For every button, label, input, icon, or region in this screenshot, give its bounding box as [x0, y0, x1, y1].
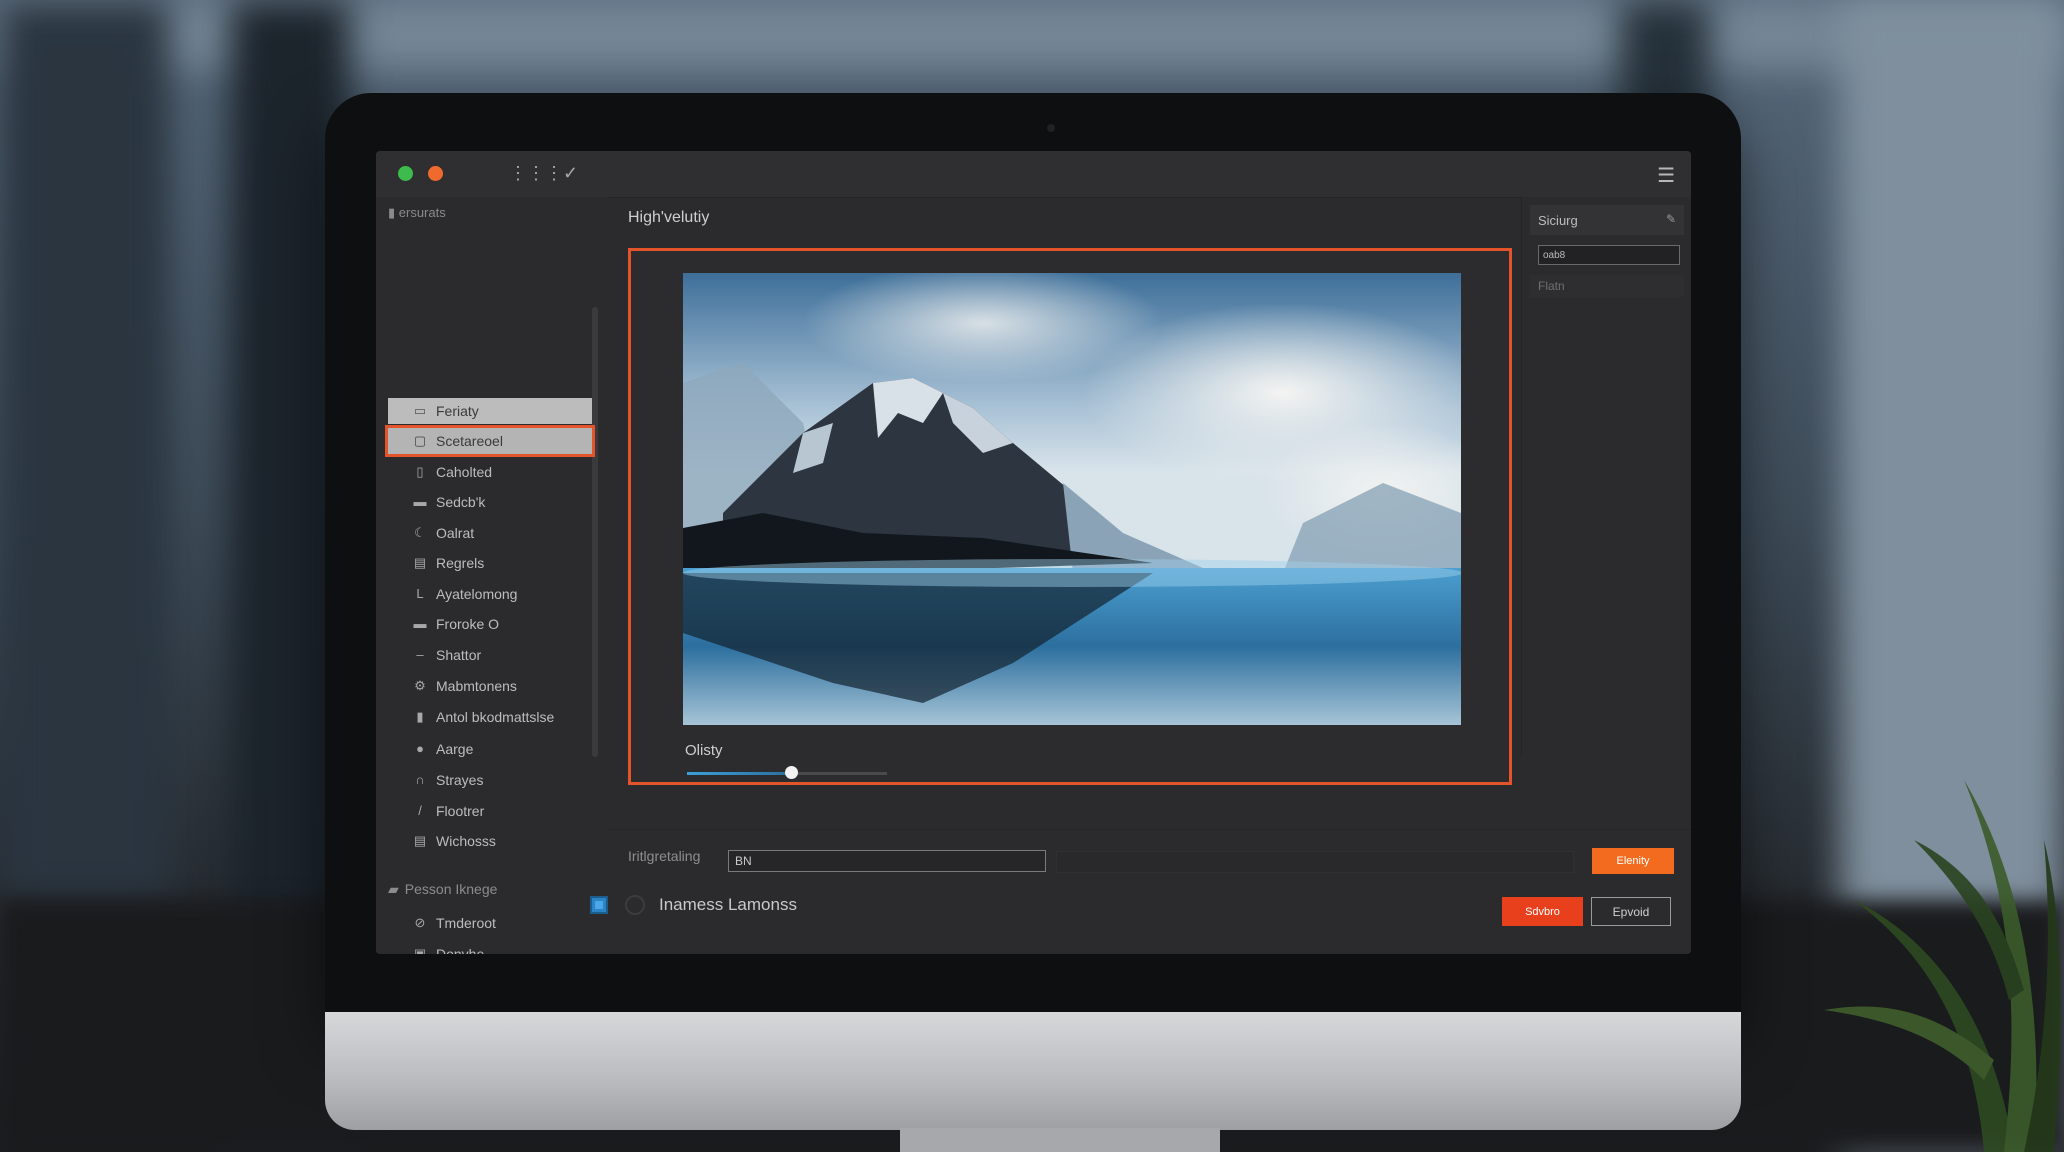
- sidebar-item[interactable]: L Ayatelomong: [388, 581, 592, 607]
- cancel-button[interactable]: Epvoid: [1591, 897, 1671, 926]
- grid-icon: ▤: [413, 555, 427, 570]
- chat-icon: ▰: [388, 881, 399, 897]
- app-window: ⋮⋮⋮ ✓ ☰ ▮ ersurats ▭ Feriaty ▢ Scetareoel …: [376, 151, 1691, 954]
- clipboard-icon: L: [416, 586, 424, 601]
- comment-icon: ▭: [413, 403, 427, 418]
- sidebar-item[interactable]: ▭ Feriaty: [388, 398, 592, 424]
- sidebar-item[interactable]: ▬ Sedcb'k: [388, 489, 592, 515]
- opacity-slider-fill: [687, 772, 791, 775]
- opacity-slider-knob[interactable]: [785, 766, 798, 779]
- mountain-lake-image: [683, 273, 1461, 725]
- sidebar-item[interactable]: ▣ Donvhe: [388, 941, 592, 954]
- sidebar-item[interactable]: – Shattor: [388, 642, 592, 668]
- grid-icon: ▤: [413, 833, 427, 848]
- sidebar: ▮ ersurats ▭ Feriaty ▢ Scetareoel ▯ Caholte…: [376, 197, 608, 954]
- monitor-stand: [900, 1128, 1220, 1152]
- sidebar-item[interactable]: ⚙ Mabmtonens: [388, 673, 592, 699]
- link-icon: ⊘: [414, 915, 426, 930]
- sidebar-item[interactable]: / Flootrer: [388, 798, 592, 824]
- menu-icon[interactable]: ☰: [1657, 163, 1675, 188]
- pen-icon[interactable]: ✓: [563, 163, 578, 184]
- square-icon: ▣: [413, 946, 427, 954]
- field-label: Iritlgretaling: [628, 848, 701, 864]
- text-field[interactable]: [728, 850, 1046, 872]
- save-button[interactable]: Sdvbro: [1502, 897, 1583, 926]
- document-icon: ▯: [416, 464, 424, 479]
- sidebar-item[interactable]: ⊘ Tmderoot: [388, 910, 592, 936]
- sidebar-item[interactable]: ▮ Antol bkodmattslse: [388, 704, 592, 730]
- circle-icon: ●: [416, 741, 424, 756]
- pen-icon: /: [418, 803, 422, 818]
- settings-subfield[interactable]: Flatn: [1530, 275, 1684, 297]
- sidebar-item[interactable]: ▤ Regrels: [388, 550, 592, 576]
- sidebar-scrollbar[interactable]: [592, 307, 598, 757]
- opacity-label: Olisty: [685, 742, 723, 759]
- grid-icon[interactable]: ⋮⋮⋮: [509, 163, 563, 184]
- dash-icon: –: [416, 647, 424, 662]
- title-bar: ⋮⋮⋮ ✓ ☰: [376, 151, 1691, 198]
- sidebar-item[interactable]: ☾ Oalrat: [388, 520, 592, 546]
- window-green-dot[interactable]: [398, 166, 413, 181]
- gear-icon: ⚙: [414, 678, 426, 693]
- window-orange-dot[interactable]: [428, 166, 443, 181]
- crescent-icon: ☾: [414, 525, 426, 540]
- sidebar-item[interactable]: ▯ Caholted: [388, 459, 592, 485]
- folder-icon: ▬: [413, 616, 427, 631]
- sidebar-section-title: ▰ Pesson Iknege: [388, 881, 498, 897]
- sidebar-item[interactable]: ▤ Wichosss: [388, 828, 592, 854]
- sidebar-item[interactable]: ▢ Scetareoel: [385, 425, 595, 457]
- bag-icon: ∩: [415, 772, 425, 787]
- webcam: [1047, 124, 1055, 132]
- field-track: [1056, 851, 1574, 873]
- apply-button[interactable]: Elenity: [1592, 848, 1674, 874]
- page-title: High'velutiy: [628, 209, 710, 226]
- sidebar-item[interactable]: ▬ Froroke O: [388, 611, 592, 637]
- document-icon: ▮: [416, 709, 424, 724]
- settings-input[interactable]: [1538, 245, 1680, 265]
- folder-icon: ▬: [413, 494, 427, 509]
- plant-leaves: [1824, 780, 2061, 1152]
- edit-icon[interactable]: ✎: [1666, 212, 1676, 226]
- sidebar-header: ▮ ersurats: [388, 205, 446, 220]
- sidebar-item[interactable]: ∩ Strayes: [388, 767, 592, 793]
- sidebar-item[interactable]: ● Aarge: [388, 736, 592, 762]
- settings-panel-header: Siciurg ✎: [1530, 205, 1684, 235]
- radio-button[interactable]: [625, 895, 645, 915]
- bottom-toolbar: [608, 829, 1691, 954]
- radio-label: Inamess Lamonss: [659, 895, 797, 914]
- settings-panel: Siciurg ✎ Flatn: [1521, 197, 1691, 757]
- checkbox[interactable]: [590, 896, 608, 914]
- image-frame-icon: ▢: [413, 433, 427, 448]
- image-canvas[interactable]: Olisty: [628, 248, 1512, 785]
- monitor-chin: [325, 1012, 1741, 1130]
